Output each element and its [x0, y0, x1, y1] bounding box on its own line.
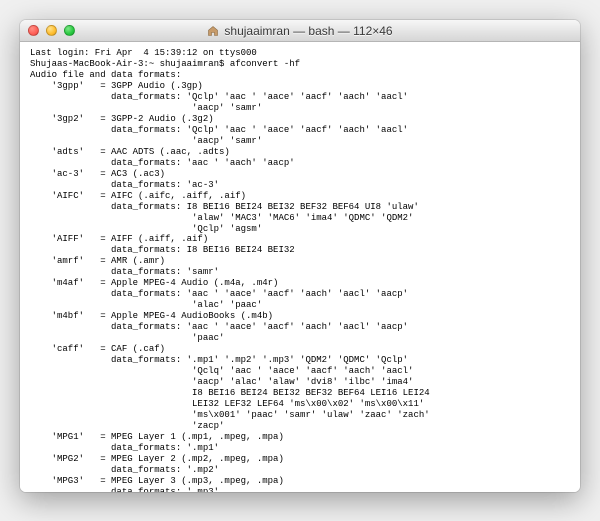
window-title: shujaaimran — bash — 112×46: [20, 24, 580, 38]
terminal-output[interactable]: Last login: Fri Apr 4 15:39:12 on ttys00…: [20, 42, 580, 492]
zoom-button[interactable]: [64, 25, 75, 36]
titlebar[interactable]: shujaaimran — bash — 112×46: [20, 20, 580, 42]
close-button[interactable]: [28, 25, 39, 36]
traffic-lights: [28, 25, 75, 36]
home-icon: [207, 25, 219, 37]
terminal-window: shujaaimran — bash — 112×46 Last login: …: [20, 20, 580, 492]
window-title-text: shujaaimran — bash — 112×46: [224, 24, 392, 38]
minimize-button[interactable]: [46, 25, 57, 36]
